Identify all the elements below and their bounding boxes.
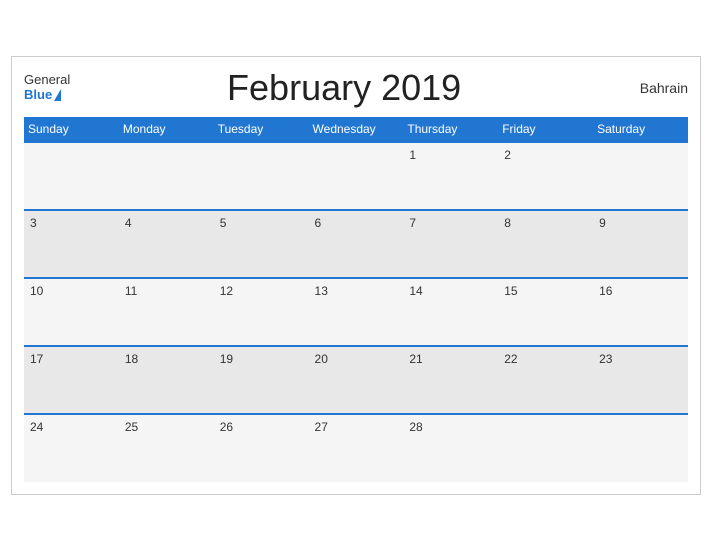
day-number: 27 — [315, 420, 328, 434]
table-cell — [119, 142, 214, 210]
table-row: 10 11 12 13 14 15 16 — [24, 278, 688, 346]
day-number: 8 — [504, 216, 511, 230]
day-number: 21 — [409, 352, 422, 366]
table-cell: 4 — [119, 210, 214, 278]
day-number: 22 — [504, 352, 517, 366]
day-number: 14 — [409, 284, 422, 298]
day-number: 6 — [315, 216, 322, 230]
table-cell: 9 — [593, 210, 688, 278]
table-cell — [498, 414, 593, 482]
day-number: 9 — [599, 216, 606, 230]
table-cell: 18 — [119, 346, 214, 414]
table-cell — [593, 142, 688, 210]
day-number: 15 — [504, 284, 517, 298]
header-thursday: Thursday — [403, 117, 498, 142]
day-number: 3 — [30, 216, 37, 230]
day-number: 24 — [30, 420, 43, 434]
logo-blue-text: Blue — [24, 88, 52, 102]
table-cell — [214, 142, 309, 210]
calendar-body: 1234567891011121314151617181920212223242… — [24, 142, 688, 482]
table-cell: 6 — [309, 210, 404, 278]
table-cell: 3 — [24, 210, 119, 278]
table-cell: 16 — [593, 278, 688, 346]
day-number: 23 — [599, 352, 612, 366]
table-cell: 20 — [309, 346, 404, 414]
day-number: 18 — [125, 352, 138, 366]
day-number: 16 — [599, 284, 612, 298]
table-cell: 28 — [403, 414, 498, 482]
table-cell: 10 — [24, 278, 119, 346]
logo-general-text: General — [24, 73, 70, 87]
day-number: 19 — [220, 352, 233, 366]
table-cell: 19 — [214, 346, 309, 414]
day-number: 4 — [125, 216, 132, 230]
table-cell — [24, 142, 119, 210]
table-cell: 24 — [24, 414, 119, 482]
day-number: 11 — [125, 284, 137, 298]
table-cell: 13 — [309, 278, 404, 346]
logo-triangle-icon — [54, 89, 61, 101]
day-number: 20 — [315, 352, 328, 366]
header-monday: Monday — [119, 117, 214, 142]
header-saturday: Saturday — [593, 117, 688, 142]
calendar-header: General Blue February 2019 Bahrain — [24, 67, 688, 109]
day-number: 10 — [30, 284, 43, 298]
table-cell: 23 — [593, 346, 688, 414]
header-tuesday: Tuesday — [214, 117, 309, 142]
day-number: 1 — [409, 148, 416, 162]
calendar-title: February 2019 — [70, 67, 618, 109]
table-cell: 5 — [214, 210, 309, 278]
day-number: 25 — [125, 420, 138, 434]
table-cell: 22 — [498, 346, 593, 414]
table-cell: 14 — [403, 278, 498, 346]
table-cell: 26 — [214, 414, 309, 482]
day-number: 2 — [504, 148, 511, 162]
day-number: 13 — [315, 284, 328, 298]
table-cell: 17 — [24, 346, 119, 414]
weekday-header-row: Sunday Monday Tuesday Wednesday Thursday… — [24, 117, 688, 142]
table-cell: 27 — [309, 414, 404, 482]
day-number: 5 — [220, 216, 227, 230]
table-cell: 15 — [498, 278, 593, 346]
table-cell — [593, 414, 688, 482]
calendar: General Blue February 2019 Bahrain Sunda… — [11, 56, 701, 495]
table-cell: 2 — [498, 142, 593, 210]
day-number: 28 — [409, 420, 422, 434]
table-row: 17 18 19 20 21 22 23 — [24, 346, 688, 414]
day-number: 12 — [220, 284, 233, 298]
table-cell: 12 — [214, 278, 309, 346]
day-number: 7 — [409, 216, 416, 230]
table-row: 12 — [24, 142, 688, 210]
table-cell: 11 — [119, 278, 214, 346]
table-cell: 21 — [403, 346, 498, 414]
table-cell: 25 — [119, 414, 214, 482]
table-cell — [309, 142, 404, 210]
logo: General Blue — [24, 73, 70, 102]
table-row: 24 25 26 27 28 — [24, 414, 688, 482]
header-wednesday: Wednesday — [309, 117, 404, 142]
table-cell: 1 — [403, 142, 498, 210]
header-sunday: Sunday — [24, 117, 119, 142]
table-cell: 7 — [403, 210, 498, 278]
header-friday: Friday — [498, 117, 593, 142]
day-number: 17 — [30, 352, 43, 366]
table-row: 3 4 5 6 7 8 9 — [24, 210, 688, 278]
country-label: Bahrain — [618, 80, 688, 96]
day-number: 26 — [220, 420, 233, 434]
table-cell: 8 — [498, 210, 593, 278]
calendar-table: Sunday Monday Tuesday Wednesday Thursday… — [24, 117, 688, 482]
